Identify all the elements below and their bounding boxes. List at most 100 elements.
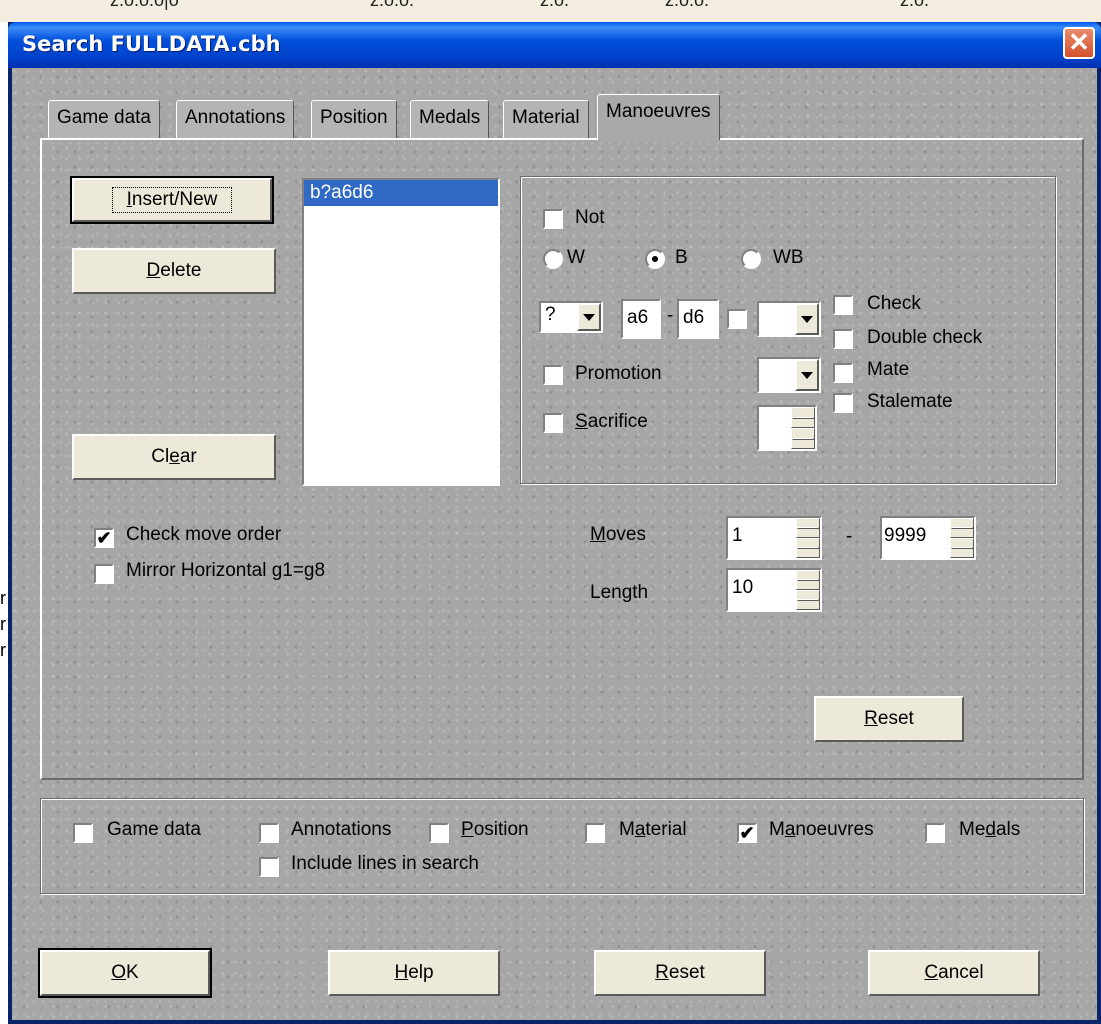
spin-down-icon[interactable] bbox=[950, 538, 974, 558]
spin-up-icon[interactable] bbox=[791, 407, 815, 428]
button-label: nsert/New bbox=[131, 189, 218, 210]
title-bar[interactable]: Search FULLDATA.cbh ✕ bbox=[8, 22, 1101, 68]
tab-label: Annotations bbox=[185, 107, 286, 128]
access-key: g bbox=[621, 582, 633, 603]
tab-position[interactable]: Position bbox=[311, 100, 397, 138]
filter-annotations-checkbox[interactable] bbox=[259, 823, 279, 843]
background-text: z.o.o. bbox=[370, 0, 415, 10]
tab-label: Material bbox=[512, 107, 580, 128]
help-button[interactable]: Help bbox=[328, 950, 500, 996]
reset-criteria-button[interactable]: Reset bbox=[814, 696, 964, 742]
spin-control[interactable] bbox=[950, 518, 974, 558]
double-check-label: Double check bbox=[867, 327, 983, 348]
chevron-down-icon[interactable] bbox=[795, 303, 819, 335]
mate-checkbox[interactable] bbox=[833, 363, 853, 383]
piece-dropdown[interactable]: ? bbox=[539, 301, 603, 333]
square-dash: - bbox=[667, 305, 674, 326]
spin-control[interactable] bbox=[791, 407, 815, 449]
radio-black-label: B bbox=[675, 247, 688, 268]
stalemate-checkbox[interactable] bbox=[833, 393, 853, 413]
check-icon: ✔ bbox=[739, 823, 755, 843]
spin-down-icon[interactable] bbox=[796, 590, 820, 610]
filter-medals-label: Medals bbox=[959, 819, 1020, 841]
spin-up-icon[interactable] bbox=[950, 518, 974, 538]
ok-button[interactable]: OK bbox=[38, 948, 212, 998]
background-text: z.o.o.o|o bbox=[110, 0, 179, 10]
filter-material-checkbox[interactable] bbox=[585, 823, 605, 843]
spin-up-icon[interactable] bbox=[796, 570, 820, 590]
search-filters-group: Game data Annotations Position Material … bbox=[40, 798, 1084, 894]
field-value: 10 bbox=[732, 577, 754, 598]
check-icon: ✔ bbox=[96, 528, 112, 548]
label-text: M bbox=[619, 819, 635, 840]
field-value: a6 bbox=[627, 307, 649, 328]
delete-button[interactable]: Delete bbox=[72, 248, 276, 294]
list-item[interactable]: b?a6d6 bbox=[304, 180, 498, 206]
promotion-checkbox[interactable] bbox=[543, 365, 563, 385]
tab-label: Manoeuvres bbox=[606, 101, 711, 122]
include-lines-checkbox[interactable] bbox=[259, 857, 279, 877]
stalemate-label: Stalemate bbox=[867, 391, 953, 412]
moves-to-spinner[interactable]: 9999 bbox=[880, 516, 976, 560]
check-move-order-checkbox[interactable]: ✔ bbox=[94, 528, 114, 548]
label-text: Len bbox=[590, 582, 622, 603]
spin-down-icon[interactable] bbox=[791, 428, 815, 449]
check-checkbox[interactable] bbox=[833, 295, 853, 315]
radio-white-black[interactable] bbox=[741, 249, 761, 269]
filter-medals-checkbox[interactable] bbox=[925, 823, 945, 843]
background-window-strip: z.o.o.o|o z.o.o. z.o. z.o.o. z.o. bbox=[0, 0, 1101, 22]
reset-button[interactable]: Reset bbox=[594, 950, 766, 996]
tab-game-data[interactable]: Game data bbox=[48, 100, 160, 138]
filter-position-checkbox[interactable] bbox=[429, 823, 449, 843]
capture-checkbox[interactable] bbox=[727, 309, 747, 329]
search-dialog: Search FULLDATA.cbh ✕ Game data Annotati… bbox=[8, 22, 1101, 1024]
spin-up-icon[interactable] bbox=[796, 518, 820, 538]
label-text: th bbox=[632, 582, 649, 603]
insert-new-button[interactable]: Insert/New bbox=[70, 176, 274, 224]
access-key: d bbox=[985, 819, 996, 840]
field-value: 1 bbox=[732, 525, 743, 546]
mirror-label: Mirror Horizontal g1=g8 bbox=[126, 560, 326, 581]
captured-piece-dropdown[interactable] bbox=[757, 301, 821, 337]
access-key: e bbox=[169, 446, 180, 467]
filter-game-data-label: Game data bbox=[107, 819, 201, 840]
not-checkbox[interactable] bbox=[543, 209, 563, 229]
tab-material[interactable]: Material bbox=[503, 100, 589, 138]
spin-control[interactable] bbox=[796, 518, 820, 558]
double-check-checkbox[interactable] bbox=[833, 329, 853, 349]
moves-from-spinner[interactable]: 1 bbox=[726, 516, 822, 560]
filter-material-label: Material bbox=[619, 819, 687, 841]
length-spinner[interactable]: 10 bbox=[726, 568, 822, 612]
access-key: R bbox=[864, 708, 878, 729]
radio-black[interactable] bbox=[645, 249, 665, 269]
filter-game-data-checkbox[interactable] bbox=[73, 823, 93, 843]
promotion-piece-dropdown[interactable] bbox=[757, 357, 821, 393]
sacrifice-checkbox[interactable] bbox=[543, 413, 563, 433]
access-key: D bbox=[146, 260, 161, 281]
cancel-button[interactable]: Cancel bbox=[868, 950, 1040, 996]
manoeuvre-list[interactable]: b?a6d6 bbox=[302, 178, 500, 486]
button-label: ancel bbox=[938, 962, 984, 983]
button-label: eset bbox=[877, 708, 914, 729]
filter-manoeuvres-checkbox[interactable]: ✔ bbox=[737, 823, 757, 843]
close-button[interactable]: ✕ bbox=[1063, 27, 1095, 59]
label-text: acrifice bbox=[587, 411, 648, 432]
mirror-checkbox[interactable] bbox=[94, 564, 114, 584]
chevron-down-icon[interactable] bbox=[795, 359, 819, 391]
radio-white[interactable] bbox=[543, 249, 563, 269]
promotion-label: Promotion bbox=[575, 363, 662, 384]
clear-button[interactable]: Clear bbox=[72, 434, 276, 480]
from-square-field[interactable]: a6 bbox=[621, 299, 661, 339]
label-text: oves bbox=[605, 524, 646, 545]
sacrifice-spinner[interactable] bbox=[757, 405, 817, 451]
tab-medals[interactable]: Medals bbox=[410, 100, 490, 138]
include-lines-label: Include lines in search bbox=[291, 853, 479, 874]
chevron-down-icon[interactable] bbox=[577, 303, 601, 331]
radio-white-black-label: WB bbox=[773, 247, 804, 268]
tab-manoeuvres[interactable]: Manoeuvres bbox=[597, 94, 720, 140]
spin-control[interactable] bbox=[796, 570, 820, 610]
spin-down-icon[interactable] bbox=[796, 538, 820, 558]
tab-annotations[interactable]: Annotations bbox=[176, 100, 295, 138]
label-text: Me bbox=[959, 819, 986, 840]
to-square-field[interactable]: d6 bbox=[677, 299, 719, 339]
